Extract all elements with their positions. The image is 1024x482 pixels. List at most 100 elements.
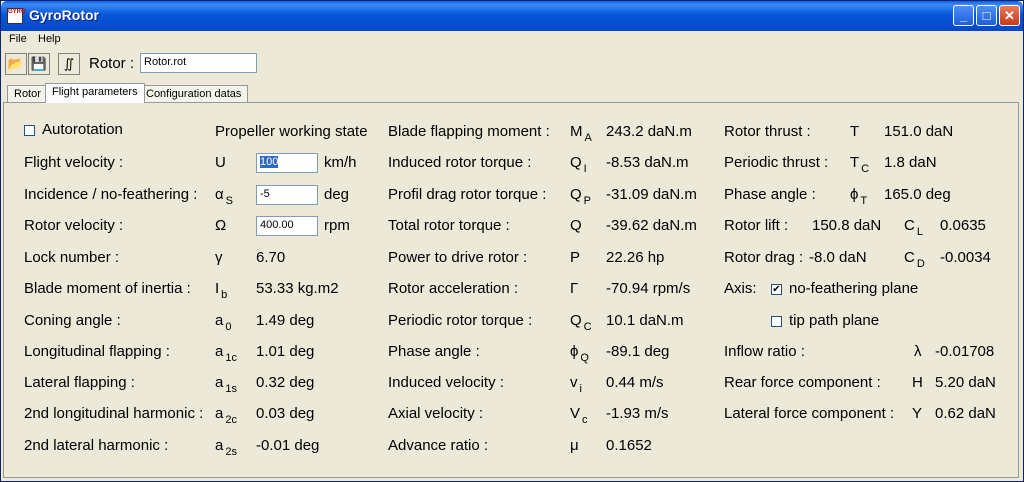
inertia-label: Blade moment of inertia : xyxy=(24,280,191,297)
tip-path-checkbox[interactable] xyxy=(771,316,782,327)
torque-row-label: Power to drive rotor : xyxy=(388,249,528,266)
flight-velocity-input[interactable]: 100 xyxy=(256,153,318,173)
long-harmonic-value: 0.03 deg xyxy=(256,405,315,422)
maximize-button[interactable]: □ xyxy=(976,5,997,26)
coning-label: Coning angle : xyxy=(24,312,121,329)
lateral-force-symbol: Y xyxy=(912,405,923,422)
propeller-state-text: Propeller working state xyxy=(215,123,368,140)
tab-configuration-datas[interactable]: Configuration datas xyxy=(139,85,249,102)
title-bar[interactable]: GYRO GyroRotor _ □ ✕ xyxy=(1,1,1023,31)
rotor-velocity-unit: rpm xyxy=(324,217,350,234)
lock-number-value: 6.70 xyxy=(256,249,286,266)
incidence-unit: deg xyxy=(324,186,350,203)
long-flapping-label: Longitudinal flapping : xyxy=(24,343,170,360)
coning-symbol: a0 xyxy=(215,312,232,333)
save-icon[interactable]: 💾 xyxy=(28,53,50,75)
torque-row-symbol: P xyxy=(570,249,581,266)
torque-row-label: Total rotor torque : xyxy=(388,217,510,234)
incidence-label: Incidence / no-feathering : xyxy=(24,186,198,203)
lock-number-label: Lock number : xyxy=(24,249,120,266)
long-flapping-symbol: a 1c xyxy=(215,343,237,364)
inflow-value: -0.01708 xyxy=(935,343,995,360)
lift-coef-symbol: CL xyxy=(904,217,923,238)
flight-velocity-symbol: U xyxy=(215,154,226,171)
rotor-lift-value: 150.8 daN xyxy=(812,217,882,234)
incidence-input[interactable]: -5 xyxy=(256,185,318,205)
rear-force-label: Rear force component : xyxy=(724,374,881,391)
minimize-button[interactable]: _ xyxy=(953,5,974,26)
periodic-thrust-label: Periodic thrust : xyxy=(724,154,829,171)
axis-label: Axis: xyxy=(724,280,757,297)
drag-coef-value: -0.0034 xyxy=(940,249,991,266)
torque-row-label: Induced velocity : xyxy=(388,374,504,391)
torque-row-symbol: Q xyxy=(570,217,582,234)
long-harmonic-label: 2nd longitudinal harmonic : xyxy=(24,405,204,422)
coning-value: 1.49 deg xyxy=(256,312,315,329)
menu-bar: File Help xyxy=(3,31,1021,49)
torque-row-value: 0.44 m/s xyxy=(606,374,664,391)
menu-file[interactable]: File xyxy=(9,33,27,45)
tip-path-label: tip path plane xyxy=(789,312,880,329)
torque-row-value: -1.93 m/s xyxy=(606,405,669,422)
periodic-thrust-symbol: TC xyxy=(850,154,870,175)
long-flapping-value: 1.01 deg xyxy=(256,343,315,360)
lat-harmonic-value: -0.01 deg xyxy=(256,437,320,454)
calculate-icon[interactable]: ∬ xyxy=(58,53,80,75)
tab-flight-parameters[interactable]: Flight parameters xyxy=(45,83,145,103)
toolbar: 📂 💾 ∬ Rotor : Rotor.rot xyxy=(3,51,1021,77)
torque-row-value: -31.09 daN.m xyxy=(606,186,697,203)
rear-force-value: 5.20 daN xyxy=(935,374,996,391)
rotor-thrust-symbol: T xyxy=(850,123,860,140)
no-feathering-checkbox[interactable]: ✔ xyxy=(771,284,782,295)
rear-force-symbol: H xyxy=(912,374,923,391)
rotor-thrust-value: 151.0 daN xyxy=(884,123,954,140)
periodic-thrust-value: 1.8 daN xyxy=(884,154,937,171)
torque-row-label: Axial velocity : xyxy=(388,405,484,422)
torque-row-label: Blade flapping moment : xyxy=(388,123,550,140)
flight-parameters-panel: Autorotation Propeller working state Fli… xyxy=(3,102,1019,478)
torque-row-label: Rotor acceleration : xyxy=(388,280,519,297)
lateral-force-value: 0.62 daN xyxy=(935,405,996,422)
torque-row-symbol: MA xyxy=(570,123,592,144)
drag-coef-symbol: CD xyxy=(904,249,925,270)
rotor-lift-label: Rotor lift : xyxy=(724,217,789,234)
lat-flapping-symbol: a 1s xyxy=(215,374,237,395)
torque-row-value: 243.2 daN.m xyxy=(606,123,692,140)
autorotation-checkbox[interactable] xyxy=(24,125,35,136)
flight-velocity-unit: km/h xyxy=(324,154,357,171)
thrust-phase-label: Phase angle : xyxy=(724,186,816,203)
torque-row-value: 10.1 daN.m xyxy=(606,312,684,329)
rotor-label: Rotor : xyxy=(89,55,135,72)
menu-help[interactable]: Help xyxy=(38,33,61,45)
long-harmonic-symbol: a 2c xyxy=(215,405,237,426)
torque-row-value: 22.26 hp xyxy=(606,249,665,266)
torque-row-symbol: vi xyxy=(570,374,582,395)
window-title: GyroRotor xyxy=(29,7,99,23)
torque-row-symbol: QP xyxy=(570,186,592,207)
torque-row-value: -39.62 daN.m xyxy=(606,217,697,234)
torque-row-symbol: μ xyxy=(570,437,579,454)
inertia-value: 53.33 kg.m2 xyxy=(256,280,339,297)
thrust-phase-value: 165.0 deg xyxy=(884,186,951,203)
rotor-thrust-label: Rotor thrust : xyxy=(724,123,811,140)
lat-flapping-label: Lateral flapping : xyxy=(24,374,135,391)
tab-rotor[interactable]: Rotor xyxy=(7,85,48,102)
lateral-force-label: Lateral force component : xyxy=(724,405,895,422)
lock-number-symbol: γ xyxy=(215,249,223,266)
app-icon: GYRO xyxy=(7,8,26,24)
torque-row-label: Induced rotor torque : xyxy=(388,154,532,171)
rotor-velocity-input[interactable]: 400.00 xyxy=(256,216,318,236)
torque-row-value: -89.1 deg xyxy=(606,343,670,360)
thrust-phase-symbol: ϕT xyxy=(850,186,868,207)
open-folder-icon[interactable]: 📂 xyxy=(5,53,27,75)
app-window: GYRO GyroRotor _ □ ✕ File Help 📂 💾 ∬ Rot… xyxy=(0,0,1024,482)
no-feathering-label: no-feathering plane xyxy=(789,280,919,297)
lat-harmonic-symbol: a 2s xyxy=(215,437,237,458)
close-button[interactable]: ✕ xyxy=(999,5,1020,26)
rotor-velocity-symbol: Ω xyxy=(215,217,227,234)
torque-row-symbol: ϕQ xyxy=(570,343,589,364)
inflow-symbol: λ xyxy=(914,343,922,360)
rotor-velocity-label: Rotor velocity : xyxy=(24,217,124,234)
rotor-file-input[interactable]: Rotor.rot xyxy=(140,53,257,73)
lat-harmonic-label: 2nd lateral harmonic : xyxy=(24,437,169,454)
